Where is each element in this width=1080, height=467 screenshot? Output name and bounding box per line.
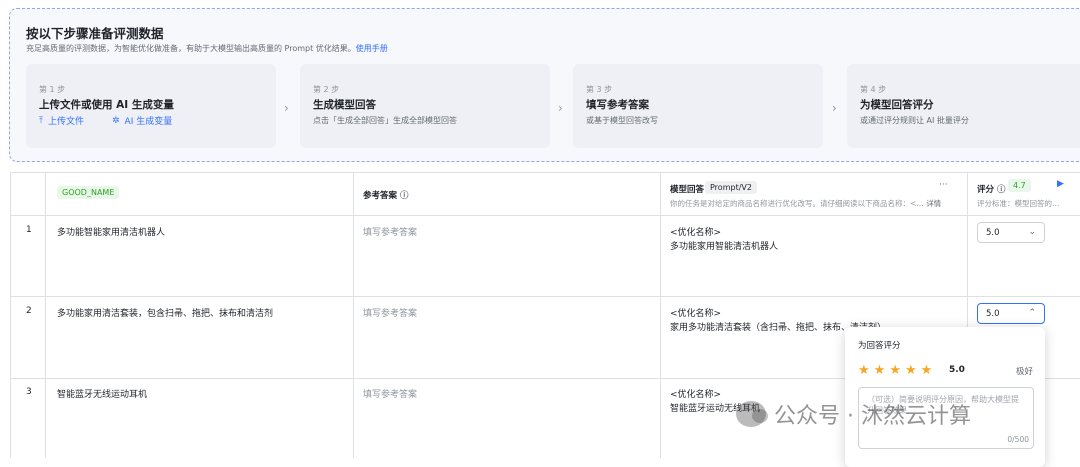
col-score: 评分 ⓘ [977,183,1006,195]
good-name: 多功能智能家用清洁机器人 [57,228,166,238]
chevron-right-icon: › [558,101,563,115]
score-avg-badge: 4.7 [1008,179,1031,192]
star-icon[interactable]: ★ [921,363,933,378]
detail-link[interactable]: 详情 [926,199,941,208]
guide-desc: 充足高质量的评测数据，为智能优化做准备，有助于大模型输出高质量的 Prompt … [26,43,388,54]
good-name: 智能蓝牙无线运动耳机 [57,390,148,400]
guide-desc-text: 充足高质量的评测数据，为智能优化做准备，有助于大模型输出高质量的 Prompt … [26,44,356,53]
chevron-right-icon: › [284,101,289,115]
ai-generate-button[interactable]: ✲ AI 生成变量 [112,114,173,128]
col-model: 模型回答 [670,183,704,195]
score-value: 5.0 [986,309,1000,319]
chevron-right-icon: › [832,101,837,115]
reference-input[interactable]: 填写参考答案 [363,225,417,238]
answer-tag: <优化名称> [670,390,722,400]
step-no: 第 4 步 [860,85,887,94]
popover-grade: 极好 [1015,367,1033,377]
star-icon[interactable]: ★ [874,363,886,378]
step-2: 第 2 步 生成模型回答 点击「生成全部回答」生成全部模型回答 [300,64,550,148]
guide-panel: 按以下步骤准备评测数据 充足高质量的评测数据，为智能优化做准备，有助于大模型输出… [9,8,1080,162]
popover-title: 为回答评分 [858,341,901,351]
score-select[interactable]: 5.0 ⌃ [977,303,1045,324]
col-reference-label: 参考答案 [363,191,398,201]
col-reference: 参考答案 ⓘ [363,189,409,201]
step-sub: 或通过评分规则让 AI 批量评分 [860,116,969,125]
more-icon[interactable]: ··· [939,180,948,190]
ai-generate-label: AI 生成变量 [124,117,173,127]
step-sub: 或基于模型回答改写 [586,116,658,125]
step-name: 生成模型回答 [313,99,376,111]
row-index: 3 [26,387,32,397]
score-value: 5.0 [986,228,1000,238]
guide-title: 按以下步骤准备评测数据 [26,26,164,41]
upload-file-button[interactable]: ⤒ 上传文件 [39,114,84,128]
star-icon[interactable]: ★ [858,363,870,378]
step-name: 为模型回答评分 [860,99,934,111]
chevron-up-icon: ⌃ [1028,308,1036,318]
reference-input[interactable]: 填写参考答案 [363,387,417,400]
step-3: 第 3 步 填写参考答案 或基于模型回答改写 [573,64,823,148]
popover-score: 5.0 [949,365,965,375]
model-version-tag[interactable]: Prompt/V2 [705,181,757,194]
step-no: 第 1 步 [39,85,66,94]
help-icon[interactable]: ⓘ [400,191,409,201]
play-icon[interactable]: ▶ [1057,179,1064,189]
answer-text: 多功能家用智能清洁机器人 [670,242,779,252]
step-name: 填写参考答案 [586,99,649,111]
star-icon[interactable]: ★ [889,363,901,378]
model-desc: 你的任务是对给定的商品名称进行优化改写。请仔细阅读以下商品名称：<… 详情 [670,198,941,209]
col-model-label: 模型回答 [670,185,705,195]
col-goodname-tag: GOOD_NAME [57,186,120,199]
help-icon[interactable]: ⓘ [997,185,1006,195]
score-select[interactable]: 5.0 ⌄ [977,222,1045,243]
upload-icon: ⤒ [39,115,43,126]
model-desc-text: 你的任务是对给定的商品名称进行优化改写。请仔细阅读以下商品名称：<… [670,199,924,208]
chevron-down-icon: ⌄ [1028,227,1036,237]
star-icon[interactable]: ★ [905,363,917,378]
step-name: 上传文件或使用 AI 生成变量 [39,99,174,111]
score-desc: 评分标准：模型回答的… [977,199,1060,208]
reference-input[interactable]: 填写参考答案 [363,306,417,319]
char-count: 0/500 [1007,435,1029,444]
row-index: 2 [26,306,32,316]
sparkle-icon: ✲ [112,115,120,126]
step-no: 第 3 步 [586,85,613,94]
step-sub: 点击「生成全部回答」生成全部模型回答 [313,116,457,125]
step-1: 第 1 步 上传文件或使用 AI 生成变量 ⤒ 上传文件 ✲ AI 生成变量 [26,64,276,148]
row-index: 1 [26,225,32,235]
col-score-label: 评分 [977,185,995,195]
answer-tag: <优化名称> [670,228,722,238]
step-no: 第 2 步 [313,85,340,94]
step-4: 第 4 步 为模型回答评分 或通过评分规则让 AI 批量评分 [847,64,1080,148]
rating-popover: 为回答评分 ★ ★ ★ ★ ★ 5.0 极好 0/500 [845,327,1045,467]
answer-text: 智能蓝牙运动无线耳机 [670,404,761,414]
good-name: 多功能家用清洁套装，包含扫帚、拖把、抹布和清洁剂 [57,309,274,319]
answer-tag: <优化名称> [670,309,722,319]
manual-link[interactable]: 使用手册 [356,44,388,53]
star-rating[interactable]: ★ ★ ★ ★ ★ [858,363,932,378]
upload-label: 上传文件 [47,117,84,127]
